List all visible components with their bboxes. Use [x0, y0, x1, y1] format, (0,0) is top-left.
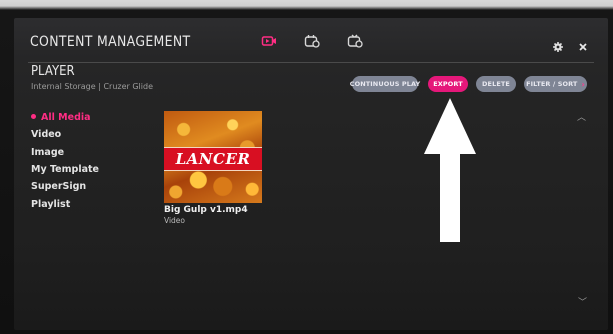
app-title: CONTENT MANAGEMENT [30, 34, 191, 50]
close-icon[interactable] [578, 37, 588, 51]
scroll-down-icon[interactable]: ﹀ [578, 295, 587, 308]
header: CONTENT MANAGEMENT [14, 18, 608, 68]
pointer-arrow-icon [424, 98, 476, 242]
sidebar-item-supersign[interactable]: SuperSign [31, 181, 86, 192]
chevron-right-icon: › [581, 79, 585, 89]
media-file-name[interactable]: Big Gulp v1.mp4 [164, 205, 248, 215]
storage-location[interactable]: Internal Storage | Cruzer Glide [31, 82, 153, 91]
sidebar-item-my-template[interactable]: My Template [31, 164, 99, 175]
sidebar-item-label: All Media [41, 112, 91, 123]
continuous-play-button[interactable]: CONTINUOUS PLAY [349, 76, 421, 92]
thumbnail-logo-band: LANCER [164, 147, 262, 171]
scroll-up-icon[interactable]: ︿ [577, 110, 586, 123]
export-button[interactable]: EXPORT [428, 76, 468, 92]
editor-icon[interactable] [347, 34, 363, 48]
scheduler-icon[interactable] [304, 34, 320, 48]
media-thumbnail[interactable]: LANCER [164, 111, 262, 203]
sidebar-item-all-media[interactable]: All Media [31, 112, 91, 123]
active-dot-icon [31, 114, 36, 119]
page-title: PLAYER [31, 64, 75, 79]
media-file-type: Video [164, 216, 186, 225]
export-label: EXPORT [433, 80, 463, 88]
sidebar-item-video[interactable]: Video [31, 129, 61, 140]
delete-button[interactable]: DELETE [476, 76, 516, 92]
delete-label: DELETE [482, 80, 510, 88]
header-divider [28, 62, 594, 63]
thumbnail-logo-text: LANCER [175, 150, 251, 168]
sidebar-item-image[interactable]: Image [31, 147, 64, 158]
sidebar-item-playlist[interactable]: Playlist [31, 199, 70, 210]
gear-icon[interactable] [553, 37, 563, 52]
screen: CONTENT MANAGEMENT PLAYER Internal Stora… [14, 18, 608, 330]
player-icon[interactable] [261, 34, 277, 48]
filter-sort-label: FILTER / SORT [526, 80, 578, 88]
continuous-play-label: CONTINUOUS PLAY [349, 80, 421, 88]
filter-sort-button[interactable]: FILTER / SORT › [524, 76, 587, 92]
